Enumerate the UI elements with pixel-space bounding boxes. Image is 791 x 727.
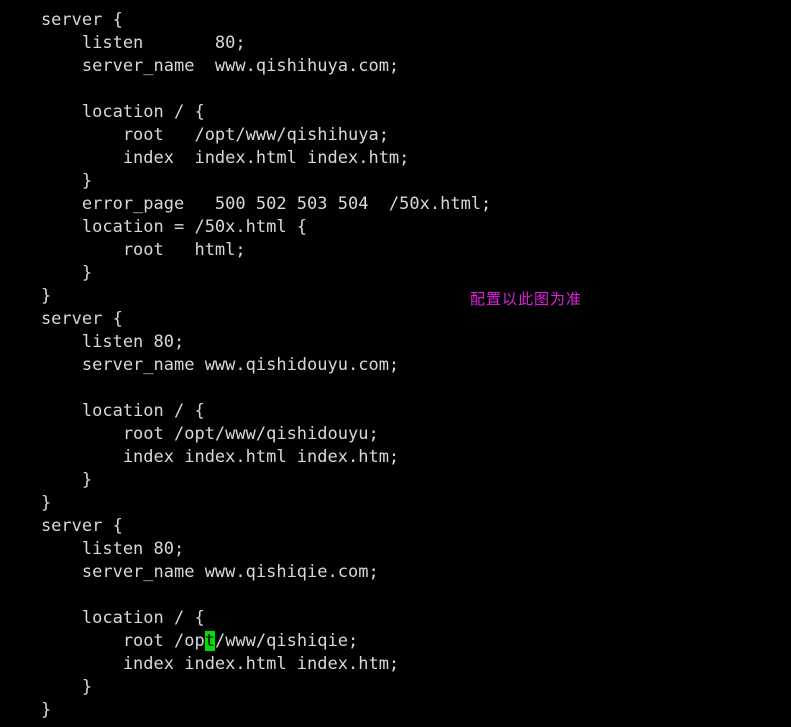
code-line	[0, 584, 791, 607]
code-text: }	[0, 470, 93, 490]
code-text: listen 80;	[0, 332, 185, 352]
code-line: server {	[0, 308, 791, 331]
code-line: index index.html index.htm;	[0, 446, 791, 469]
code-line: server_name www.qishiqie.com;	[0, 561, 791, 584]
code-text: error_page 500 502 503 504 /50x.html;	[0, 194, 492, 214]
code-text: root html;	[0, 240, 246, 260]
code-line: error_page 500 502 503 504 /50x.html;	[0, 193, 791, 216]
code-text: listen 80;	[0, 33, 246, 53]
code-text: listen 80;	[0, 539, 185, 559]
annotation-text: 配置以此图为准	[470, 290, 583, 308]
code-line: root /opt/www/qishiqie;	[0, 630, 791, 653]
code-text: }	[0, 286, 52, 306]
text-cursor[interactable]: t	[204, 631, 215, 651]
code-text: server_name www.qishihuya.com;	[0, 56, 400, 76]
code-line: }	[0, 262, 791, 285]
code-line	[0, 377, 791, 400]
code-text: location / {	[0, 608, 205, 628]
code-text: }	[0, 700, 52, 720]
code-line: root /opt/www/qishidouyu;	[0, 423, 791, 446]
code-text: }	[0, 171, 93, 191]
code-line: server {	[0, 9, 791, 32]
code-line: server_name www.qishihuya.com;	[0, 55, 791, 78]
code-text: /www/qishiqie;	[214, 631, 359, 651]
code-text: location / {	[0, 401, 205, 421]
code-line: location / {	[0, 400, 791, 423]
code-line: }	[0, 285, 791, 308]
code-text: }	[0, 493, 52, 513]
code-line: listen 80;	[0, 32, 791, 55]
code-text: server_name www.qishiqie.com;	[0, 562, 379, 582]
code-text: root /opt/www/qishihuya;	[0, 125, 389, 145]
code-line: listen 80;	[0, 538, 791, 561]
code-text: }	[0, 263, 93, 283]
code-text: index index.html index.htm;	[0, 447, 400, 467]
code-line: location = /50x.html {	[0, 216, 791, 239]
code-text: location = /50x.html {	[0, 217, 308, 237]
code-line: root html;	[0, 239, 791, 262]
code-line: location / {	[0, 607, 791, 630]
code-line: }	[0, 170, 791, 193]
code-line: }	[0, 469, 791, 492]
code-line: server_name www.qishidouyu.com;	[0, 354, 791, 377]
code-line: }	[0, 676, 791, 699]
code-text: index index.html index.htm;	[0, 148, 410, 168]
code-line: }	[0, 492, 791, 515]
code-text: index index.html index.htm;	[0, 654, 400, 674]
code-line: root /opt/www/qishihuya;	[0, 124, 791, 147]
code-line: server {	[0, 515, 791, 538]
code-text: root /op	[0, 631, 205, 651]
terminal-code-view[interactable]: server { listen 80; server_name www.qish…	[0, 0, 791, 727]
code-text: server_name www.qishidouyu.com;	[0, 355, 400, 375]
code-text: root /opt/www/qishidouyu;	[0, 424, 379, 444]
code-text: server {	[0, 309, 123, 329]
code-line	[0, 78, 791, 101]
code-line: index index.html index.htm;	[0, 653, 791, 676]
code-line: listen 80;	[0, 331, 791, 354]
code-line: }	[0, 699, 791, 722]
code-text: location / {	[0, 102, 205, 122]
code-text: server {	[0, 10, 123, 30]
code-text: server {	[0, 516, 123, 536]
code-line: index index.html index.htm;	[0, 147, 791, 170]
code-line: location / {	[0, 101, 791, 124]
code-text: }	[0, 677, 93, 697]
